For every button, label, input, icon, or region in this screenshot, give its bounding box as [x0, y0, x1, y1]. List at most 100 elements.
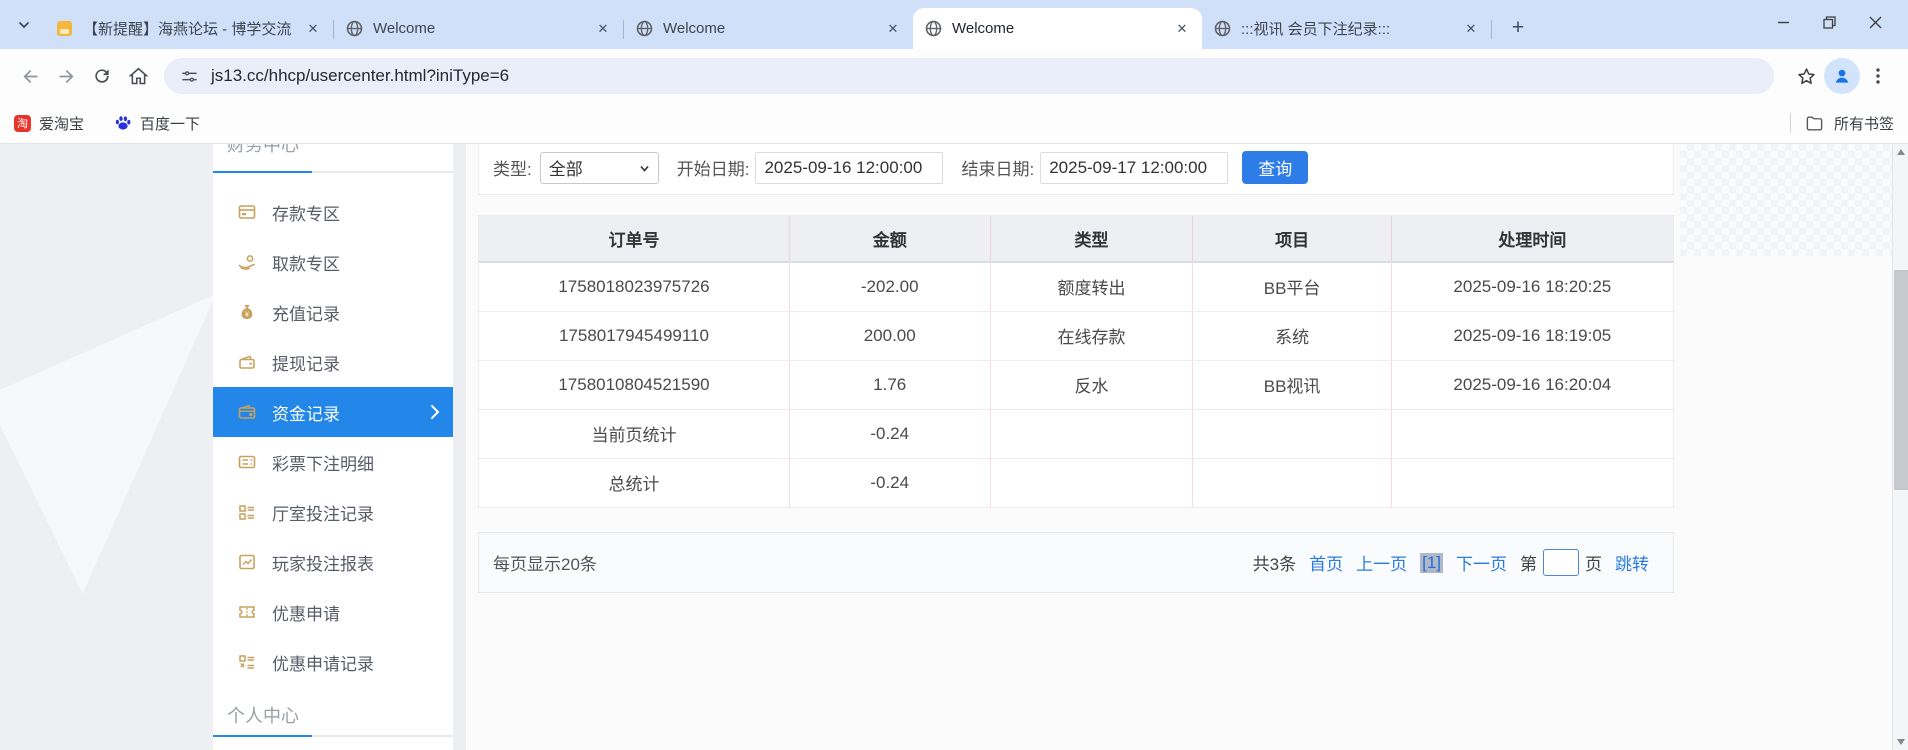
column-header-order-no: 订单号	[479, 216, 790, 263]
tab-welcome-active[interactable]: Welcome ✕	[913, 8, 1202, 49]
back-icon[interactable]	[12, 58, 48, 94]
sidebar-item-hall-bet-records[interactable]: 厅室投注记录	[213, 487, 453, 537]
total-count-text: 共3条	[1252, 555, 1297, 574]
globe-favicon-icon	[636, 20, 653, 37]
tab-betting-records[interactable]: :::视讯 会员下注纪录::: ✕	[1202, 8, 1491, 49]
jump-prefix-label: 第	[1520, 555, 1537, 574]
sidebar-item-label: 资金记录	[272, 404, 340, 424]
end-date-label: 结束日期:	[961, 160, 1035, 179]
start-date-input[interactable]	[755, 151, 944, 184]
sidebar-item-deposit-zone[interactable]: 存款专区	[213, 187, 453, 237]
tab-close-icon[interactable]: ✕	[303, 19, 323, 39]
svg-text:¥: ¥	[245, 311, 249, 318]
prev-page-link[interactable]: 上一页	[1356, 550, 1407, 575]
site-settings-icon[interactable]	[180, 67, 199, 86]
url-text[interactable]: js13.cc/hhcp/usercenter.html?iniType=6	[211, 66, 509, 86]
sidebar-item-funds-records[interactable]: 资金记录	[213, 387, 453, 437]
page-jump-input[interactable]	[1543, 549, 1579, 576]
baidu-paw-icon	[114, 114, 132, 132]
cell-empty	[1192, 458, 1392, 507]
scrollbar-up-arrow-icon[interactable]	[1897, 149, 1905, 155]
sidebar-item-player-bet-report[interactable]: 玩家投注报表	[213, 537, 453, 587]
browser-menu-icon[interactable]	[1860, 58, 1896, 94]
cell-project: 系统	[1192, 311, 1392, 361]
decorative-triangle	[0, 294, 216, 594]
globe-favicon-icon	[346, 20, 363, 37]
section-rule	[213, 171, 453, 173]
tab-strip: 【新提醒】海燕论坛 - 博学交流 ✕ Welcome ✕ Welcome ✕ W…	[0, 0, 1908, 49]
table-header-row: 订单号 金额 类型 项目 处理时间	[479, 216, 1673, 263]
decorative-texture	[1680, 144, 1892, 256]
next-page-link[interactable]: 下一页	[1456, 550, 1507, 575]
close-window-button[interactable]	[1852, 3, 1898, 41]
first-page-link[interactable]: 首页	[1309, 550, 1343, 575]
taobao-icon: 淘	[14, 114, 31, 132]
bookmark-star-icon[interactable]	[1788, 58, 1824, 94]
start-date-label: 开始日期:	[676, 160, 750, 179]
cell-process-time: 2025-09-16 18:19:05	[1391, 311, 1673, 361]
table-row: 1758018023975726 -202.00 额度转出 BB平台 2025-…	[479, 262, 1673, 312]
jump-button[interactable]: 跳转	[1615, 550, 1649, 575]
withdraw-hand-icon	[237, 252, 257, 272]
cell-project: BB平台	[1192, 262, 1392, 312]
address-bar[interactable]: js13.cc/hhcp/usercenter.html?iniType=6	[164, 58, 1774, 94]
cell-type: 反水	[990, 360, 1194, 410]
minimize-button[interactable]	[1760, 3, 1806, 41]
tab-forum[interactable]: 【新提醒】海燕论坛 - 博学交流 ✕	[44, 8, 333, 49]
type-filter-label: 类型:	[493, 160, 532, 179]
cell-empty	[1391, 409, 1673, 459]
bookmark-baidu[interactable]: 百度一下	[114, 113, 200, 134]
cell-amount: -0.24	[789, 409, 991, 459]
sidebar-section-finance: 财务中心	[227, 144, 299, 155]
filter-panel: 类型: 全部 开始日期: 结束日期: 查询	[478, 144, 1674, 195]
table-row: 1758010804521590 1.76 反水 BB视讯 2025-09-16…	[479, 360, 1673, 410]
wallet-icon	[237, 352, 257, 372]
new-tab-button[interactable]: +	[1504, 14, 1532, 42]
sidebar-item-lottery-bet-detail[interactable]: 彩票下注明细	[213, 437, 453, 487]
globe-favicon-icon	[1214, 20, 1231, 37]
tab-title: :::视讯 会员下注纪录:::	[1241, 21, 1391, 38]
sidebar-item-withdrawal-records[interactable]: 提现记录	[213, 337, 453, 387]
cell-summary-label: 总统计	[479, 458, 790, 507]
cell-type: 额度转出	[990, 262, 1194, 312]
scrollbar-thumb[interactable]	[1894, 270, 1908, 490]
tab-welcome-1[interactable]: Welcome ✕	[334, 8, 623, 49]
sidebar-item-recharge-records[interactable]: ¥ 充值记录	[213, 287, 453, 337]
page-scrollbar[interactable]	[1892, 144, 1908, 750]
cell-project: BB视讯	[1192, 360, 1392, 410]
sidebar-item-withdraw-zone[interactable]: 取款专区	[213, 237, 453, 287]
end-date-input[interactable]	[1040, 151, 1229, 184]
sidebar-item-promo-apply-records[interactable]: 优惠申请记录	[213, 637, 453, 687]
sidebar-item-promo-apply[interactable]: 优惠申请	[213, 587, 453, 637]
maximize-button[interactable]	[1806, 3, 1852, 41]
column-header-project: 项目	[1192, 216, 1392, 263]
bookmark-aitaobao[interactable]: 淘 爱淘宝	[14, 113, 84, 134]
tab-close-icon[interactable]: ✕	[593, 19, 613, 39]
profile-avatar[interactable]	[1824, 58, 1860, 94]
promo-record-icon	[237, 652, 257, 672]
tab-search-chevron-icon[interactable]	[12, 13, 36, 37]
type-select[interactable]: 全部	[539, 151, 659, 184]
sidebar-item-label: 玩家投注报表	[272, 554, 374, 574]
bookmarks-divider	[1789, 113, 1791, 133]
sidebar-item-label: 充值记录	[272, 304, 340, 324]
reload-icon[interactable]	[84, 58, 120, 94]
table-row: 1758017945499110 200.00 在线存款 系统 2025-09-…	[479, 311, 1673, 361]
query-button[interactable]: 查询	[1242, 151, 1309, 184]
tab-close-icon[interactable]: ✕	[883, 19, 903, 39]
forward-icon[interactable]	[48, 58, 84, 94]
tab-title: Welcome	[952, 20, 1015, 37]
chevron-down-icon	[639, 163, 650, 174]
cell-order-no: 1758010804521590	[479, 360, 790, 410]
globe-favicon-icon	[925, 20, 942, 37]
tab-close-icon[interactable]: ✕	[1461, 19, 1481, 39]
deposit-card-icon	[237, 202, 257, 222]
scrollbar-down-arrow-icon[interactable]	[1897, 739, 1905, 745]
home-icon[interactable]	[120, 58, 156, 94]
tab-welcome-2[interactable]: Welcome ✕	[624, 8, 913, 49]
all-bookmarks-label[interactable]: 所有书签	[1834, 113, 1894, 134]
tab-close-icon[interactable]: ✕	[1172, 19, 1192, 39]
cell-order-no: 1758018023975726	[479, 262, 790, 312]
bookmark-label: 爱淘宝	[39, 115, 85, 133]
jump-suffix-label: 页	[1585, 555, 1602, 574]
